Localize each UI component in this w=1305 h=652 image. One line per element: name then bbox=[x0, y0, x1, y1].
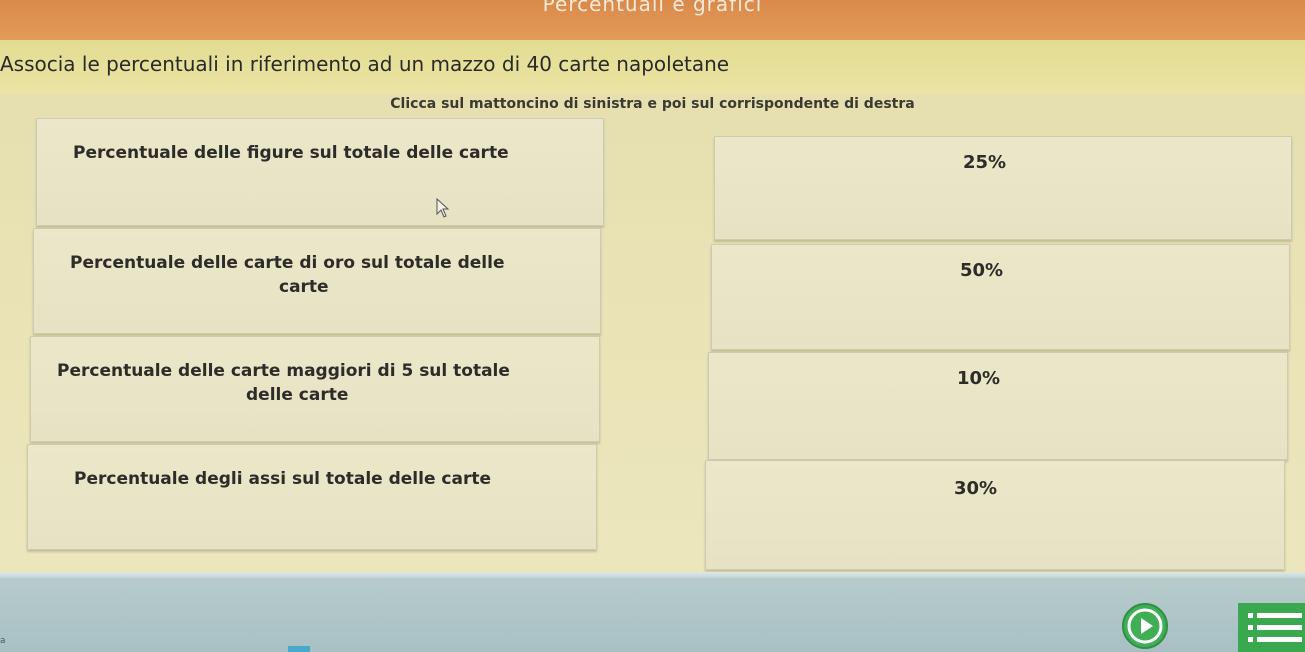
list-menu-icon bbox=[1248, 613, 1302, 642]
status-strip bbox=[288, 646, 310, 652]
right-card-25[interactable]: 25% bbox=[714, 136, 1292, 240]
right-card-label: 30% bbox=[954, 478, 998, 499]
right-card-label: 25% bbox=[963, 152, 1007, 173]
left-card-text: Percentuale delle carte maggiori di 5 su… bbox=[57, 361, 510, 381]
left-card-text: Percentuale delle carte di oro sul total… bbox=[70, 253, 505, 273]
left-card-figure[interactable]: Percentuale delle figure sul totale dell… bbox=[36, 118, 604, 226]
left-card-assi[interactable]: Percentuale degli assi sul totale delle … bbox=[27, 444, 597, 550]
right-card-50[interactable]: 50% bbox=[711, 244, 1290, 350]
left-card-text: Percentuale degli assi sul totale delle … bbox=[74, 469, 491, 489]
menu-button[interactable] bbox=[1238, 603, 1305, 652]
play-button[interactable] bbox=[1122, 603, 1168, 649]
window-title-bar: Percentuali e grafici bbox=[0, 0, 1305, 40]
instruction-text: Clicca sul mattoncino di sinistra e poi … bbox=[390, 96, 915, 112]
bottom-toolbar bbox=[0, 572, 1305, 652]
right-card-label: 10% bbox=[957, 368, 1001, 389]
mouse-pointer-icon bbox=[436, 198, 450, 218]
exercise-title: Associa le percentuali in riferimento ad… bbox=[0, 52, 730, 76]
left-card-oro[interactable]: Percentuale delle carte di oro sul total… bbox=[33, 228, 601, 334]
right-card-label: 50% bbox=[960, 260, 1004, 281]
left-card-text: Percentuale delle figure sul totale dell… bbox=[73, 143, 509, 163]
right-card-30[interactable]: 30% bbox=[705, 460, 1285, 570]
corner-mark: a bbox=[0, 636, 6, 646]
bottom-divider bbox=[0, 572, 1305, 578]
right-card-10[interactable]: 10% bbox=[708, 352, 1288, 460]
play-icon bbox=[1127, 608, 1163, 644]
window-title: Percentuali e grafici bbox=[542, 0, 763, 16]
left-card-text: delle carte bbox=[246, 385, 349, 405]
left-card-text: carte bbox=[279, 277, 329, 297]
left-card-maggiori-5[interactable]: Percentuale delle carte maggiori di 5 su… bbox=[30, 336, 600, 442]
